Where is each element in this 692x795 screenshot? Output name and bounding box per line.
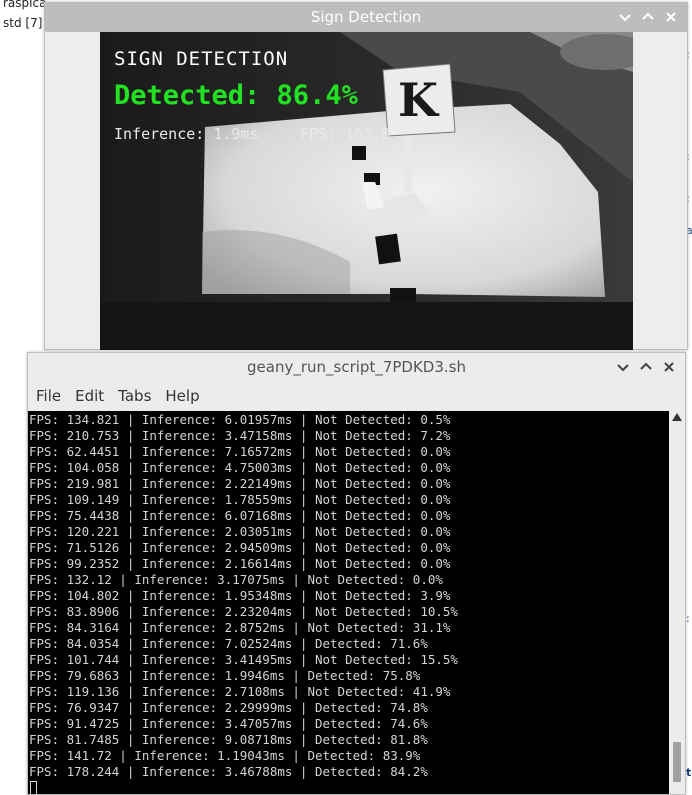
terminal-line: FPS: 84.3164 | Inference: 2.8752ms | Not… [29, 620, 451, 635]
terminal-line: FPS: 81.7485 | Inference: 9.08718ms | De… [29, 732, 428, 747]
terminal-line: FPS: 119.136 | Inference: 2.7108ms | Not… [29, 684, 451, 699]
overlay-detected: Detected: 86.4% [114, 80, 358, 111]
terminal-line: FPS: 76.9347 | Inference: 2.29999ms | De… [29, 700, 428, 715]
terminal-output[interactable]: FPS: 134.821 | Inference: 6.01957ms | No… [28, 411, 670, 794]
terminal-line: FPS: 132.12 | Inference: 3.17075ms | Not… [29, 572, 443, 587]
minimize-button[interactable] [617, 9, 633, 25]
terminal-line: FPS: 109.149 | Inference: 1.78559ms | No… [29, 492, 451, 507]
terminal-cursor [30, 781, 37, 794]
chevron-down-icon [617, 364, 629, 372]
window-titlebar[interactable]: Sign Detection [45, 3, 687, 32]
terminal-window[interactable]: geany_run_script_7PDKD3.sh File Edit Tabs H… [27, 352, 686, 795]
terminal-line: FPS: 75.4438 | Inference: 6.07168ms | No… [29, 508, 451, 523]
terminal-line: FPS: 210.753 | Inference: 3.47158ms | No… [29, 428, 451, 443]
scrollbar-thumb[interactable] [673, 742, 681, 782]
terminal-line: FPS: 101.744 | Inference: 3.41495ms | No… [29, 652, 458, 667]
terminal-line: FPS: 99.2352 | Inference: 2.16614ms | No… [29, 556, 451, 571]
chevron-up-icon [642, 12, 654, 20]
terminal-line: FPS: 79.6863 | Inference: 1.9946ms | Det… [29, 668, 421, 683]
overlay-fps: FPS: 103.8 [300, 125, 391, 143]
menu-tabs[interactable]: Tabs [111, 382, 158, 410]
scroll-up-icon[interactable] [672, 413, 682, 421]
sign-letter: K [398, 73, 440, 127]
menu-file[interactable]: File [28, 382, 68, 410]
terminal-line: FPS: 141.72 | Inference: 1.19043ms | Det… [29, 748, 421, 763]
menu-bar: File Edit Tabs Help [28, 382, 685, 410]
overlay-inference: Inference: 1.9ms [114, 125, 259, 143]
terminal-line: FPS: 219.981 | Inference: 2.22149ms | No… [29, 476, 451, 491]
chevron-up-icon [640, 362, 652, 370]
desktop-text: std [7] [3, 16, 43, 30]
terminal-line: FPS: 104.802 | Inference: 1.95348ms | No… [29, 588, 451, 603]
desktop-fragment: t [686, 766, 692, 779]
window-title: geany_run_script_7PDKD3.sh [247, 358, 466, 376]
terminal-lines: FPS: 134.821 | Inference: 6.01957ms | No… [29, 412, 458, 780]
maximize-button[interactable] [638, 359, 654, 375]
close-button[interactable] [663, 9, 679, 25]
terminal-line: FPS: 134.821 | Inference: 6.01957ms | No… [29, 412, 451, 427]
desktop-text: raspica [3, 0, 47, 10]
terminal-line: FPS: 62.4451 | Inference: 7.16572ms | No… [29, 444, 451, 459]
window-titlebar[interactable]: geany_run_script_7PDKD3.sh [28, 353, 685, 383]
maximize-button[interactable] [640, 9, 656, 25]
close-icon [666, 12, 676, 22]
terminal-line: FPS: 178.244 | Inference: 3.46788ms | De… [29, 764, 428, 779]
camera-feed: K SIGN DETECTION Detected: 86.4% Inferen… [100, 32, 633, 350]
terminal-line: FPS: 83.8906 | Inference: 2.23204ms | No… [29, 604, 458, 619]
minimize-button[interactable] [615, 359, 631, 375]
terminal-line: FPS: 84.0354 | Inference: 7.02524ms | De… [29, 636, 428, 651]
overlay-heading: SIGN DETECTION [114, 48, 289, 70]
close-button[interactable] [661, 359, 677, 375]
sign-detection-window[interactable]: Sign Detection K SIGN DETECTION Detected… [44, 2, 688, 350]
menu-help[interactable]: Help [158, 382, 206, 410]
terminal-line: FPS: 104.058 | Inference: 4.75003ms | No… [29, 460, 451, 475]
terminal-line: FPS: 91.4725 | Inference: 3.47057ms | De… [29, 716, 428, 731]
terminal-scrollbar[interactable] [669, 411, 685, 794]
close-icon [664, 362, 674, 372]
chevron-down-icon [619, 14, 631, 22]
desktop-fragment: : [686, 612, 690, 625]
menu-edit[interactable]: Edit [68, 382, 111, 410]
terminal-line: FPS: 120.221 | Inference: 2.03051ms | No… [29, 524, 451, 539]
window-title: Sign Detection [310, 8, 422, 26]
terminal-line: FPS: 71.5126 | Inference: 2.94509ms | No… [29, 540, 451, 555]
